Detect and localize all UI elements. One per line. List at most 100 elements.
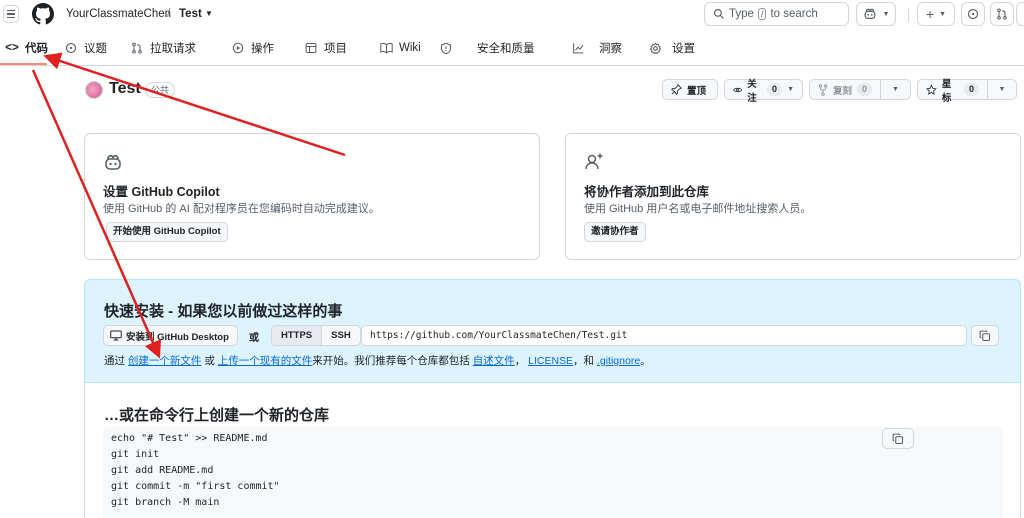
pull-request-icon bbox=[130, 41, 144, 55]
copilot-card-description: 使用 GitHub 的 AI 配对程序员在您编码时自动完成建议。 bbox=[103, 203, 380, 215]
menu-icon[interactable] bbox=[3, 5, 19, 23]
command-line-section: …或在命令行上创建一个新的仓库 echo "# Test" >> README.… bbox=[84, 383, 1021, 518]
watch-button[interactable]: 关注 0 ▼ bbox=[724, 79, 803, 104]
copilot-card-title: 设置 GitHub Copilot bbox=[103, 185, 220, 199]
tab-wiki-label: Wiki bbox=[399, 42, 421, 54]
eye-icon bbox=[733, 87, 743, 92]
avatar[interactable] bbox=[85, 81, 103, 99]
help-text-1: 通过 bbox=[104, 355, 128, 367]
tab-code[interactable]: <> 代码 bbox=[5, 39, 48, 57]
tab-wiki[interactable]: Wiki bbox=[379, 39, 421, 57]
code-line: git add README.md bbox=[111, 465, 214, 476]
protocol-toggle: HTTPS SSH bbox=[271, 325, 361, 346]
issue-icon bbox=[64, 41, 78, 55]
github-logo-icon[interactable] bbox=[32, 3, 54, 25]
copilot-icon bbox=[864, 8, 875, 19]
copilot-card: 设置 GitHub Copilot 使用 GitHub 的 AI 配对程序员在您… bbox=[84, 133, 540, 260]
notifications-button[interactable] bbox=[1016, 2, 1024, 26]
create-new-file-link[interactable]: 创建一个新文件 bbox=[128, 355, 202, 367]
chevron-down-icon: ▼ bbox=[787, 86, 794, 93]
chevron-down-icon[interactable]: ▼ bbox=[205, 9, 213, 18]
pull-requests-button[interactable] bbox=[990, 2, 1014, 26]
repo-nav: <> 代码 议题 拉取请求 操作 项目 Wiki 安全和质量 洞察 设置 bbox=[0, 30, 1024, 66]
start-copilot-button[interactable]: 开始使用 GitHub Copilot bbox=[106, 222, 228, 242]
tab-security-label: 安全和质量 bbox=[477, 43, 535, 55]
star-icon bbox=[926, 84, 937, 95]
fork-icon bbox=[818, 83, 828, 96]
tab-projects-label: 项目 bbox=[324, 43, 347, 55]
help-text-2: 或 bbox=[201, 355, 218, 367]
github-desktop-button[interactable]: 安装到 GitHub Desktop bbox=[103, 325, 238, 346]
command-line-title: …或在命令行上创建一个新的仓库 bbox=[104, 407, 330, 424]
copy-icon bbox=[979, 330, 991, 341]
search-suffix: to search bbox=[770, 8, 818, 20]
fork-button[interactable]: 复刻 0 bbox=[809, 79, 881, 100]
chevron-down-icon: ▼ bbox=[998, 86, 1006, 93]
play-icon bbox=[231, 41, 245, 55]
graph-icon bbox=[571, 41, 585, 55]
quick-setup-help: 通过 创建一个新文件 或 上传一个现有的文件来开始。我们推荐每个仓库都包括 自述… bbox=[104, 353, 651, 368]
search-input[interactable]: Type / to search bbox=[704, 2, 849, 26]
copy-commands-button[interactable] bbox=[882, 428, 914, 449]
tab-issues-label: 议题 bbox=[84, 43, 107, 55]
star-dropdown-button[interactable]: ▼ bbox=[987, 79, 1017, 100]
readme-link[interactable]: 自述文件 bbox=[473, 355, 515, 367]
copilot-menu-button[interactable]: ▼ bbox=[856, 2, 896, 26]
quick-setup-title: 快速安装 - 如果您以前做过这样的事 bbox=[104, 303, 343, 320]
breadcrumb-repo[interactable]: Test bbox=[179, 8, 202, 20]
upload-file-link[interactable]: 上传一个现有的文件 bbox=[218, 355, 313, 367]
tab-insights[interactable]: 洞察 bbox=[571, 39, 622, 57]
invite-collaborator-button[interactable]: 邀请协作者 bbox=[584, 222, 646, 242]
shield-icon bbox=[439, 41, 453, 55]
tab-actions[interactable]: 操作 bbox=[231, 39, 274, 57]
breadcrumb-owner[interactable]: YourClassmateChen bbox=[66, 8, 171, 20]
chevron-down-icon: ▼ bbox=[882, 10, 890, 18]
search-shortcut-key: / bbox=[757, 8, 767, 20]
help-text-3: 来开始。我们推荐每个仓库都包括 bbox=[312, 355, 473, 367]
protocol-ssh[interactable]: SSH bbox=[322, 326, 360, 345]
pin-button[interactable]: 置顶 bbox=[662, 79, 718, 100]
clone-url-input[interactable]: https://github.com/YourClassmateChen/Tes… bbox=[361, 325, 967, 346]
page-title[interactable]: Test bbox=[109, 80, 141, 98]
protocol-https[interactable]: HTTPS bbox=[272, 326, 323, 345]
search-icon bbox=[713, 8, 724, 19]
create-new-button[interactable]: + ▼ bbox=[917, 2, 955, 26]
tab-security[interactable]: 安全和质量 bbox=[439, 39, 535, 57]
fork-label: 复刻 bbox=[832, 85, 852, 97]
tab-pull-requests-label: 拉取请求 bbox=[150, 43, 196, 55]
github-desktop-label: 安装到 GitHub Desktop bbox=[126, 331, 229, 343]
code-line: git branch -M main bbox=[111, 497, 220, 508]
license-link[interactable]: LICENSE bbox=[528, 355, 573, 367]
copy-url-button[interactable] bbox=[971, 325, 999, 346]
chevron-down-icon: ▼ bbox=[939, 10, 947, 18]
tab-actions-label: 操作 bbox=[251, 43, 274, 55]
header-divider bbox=[908, 8, 909, 22]
star-label: 星标 bbox=[941, 78, 952, 104]
issue-icon bbox=[967, 8, 979, 20]
tab-projects[interactable]: 项目 bbox=[304, 39, 347, 57]
search-prefix: Type bbox=[729, 8, 754, 20]
chevron-down-icon: ▼ bbox=[892, 86, 899, 93]
star-count: 0 bbox=[963, 83, 979, 96]
pull-request-icon bbox=[997, 8, 1007, 20]
pin-label: 置顶 bbox=[687, 85, 707, 97]
desktop-icon bbox=[110, 330, 122, 341]
tab-pull-requests[interactable]: 拉取请求 bbox=[130, 39, 196, 57]
fork-dropdown-button[interactable]: ▼ bbox=[880, 79, 911, 100]
tab-settings[interactable]: 设置 bbox=[648, 39, 695, 57]
tab-insights-label: 洞察 bbox=[599, 43, 622, 55]
copilot-icon bbox=[105, 155, 121, 170]
star-button[interactable]: 星标 0 bbox=[917, 79, 988, 104]
collaborator-card-description: 使用 GitHub 用户名或电子邮件地址搜索人员。 bbox=[584, 203, 812, 215]
or-label: 或 bbox=[249, 333, 259, 344]
collaborator-card: 将协作者添加到此仓库 使用 GitHub 用户名或电子邮件地址搜索人员。 邀请协… bbox=[565, 133, 1021, 260]
table-icon bbox=[304, 41, 318, 55]
code-icon: <> bbox=[5, 42, 19, 54]
pin-icon bbox=[671, 84, 682, 95]
code-line: echo "# Test" >> README.md bbox=[111, 433, 268, 444]
tab-issues[interactable]: 议题 bbox=[64, 39, 107, 57]
issues-button[interactable] bbox=[961, 2, 985, 26]
gitignore-link[interactable]: .gitignore bbox=[597, 355, 640, 367]
book-icon bbox=[379, 41, 393, 55]
gear-icon bbox=[648, 41, 662, 55]
